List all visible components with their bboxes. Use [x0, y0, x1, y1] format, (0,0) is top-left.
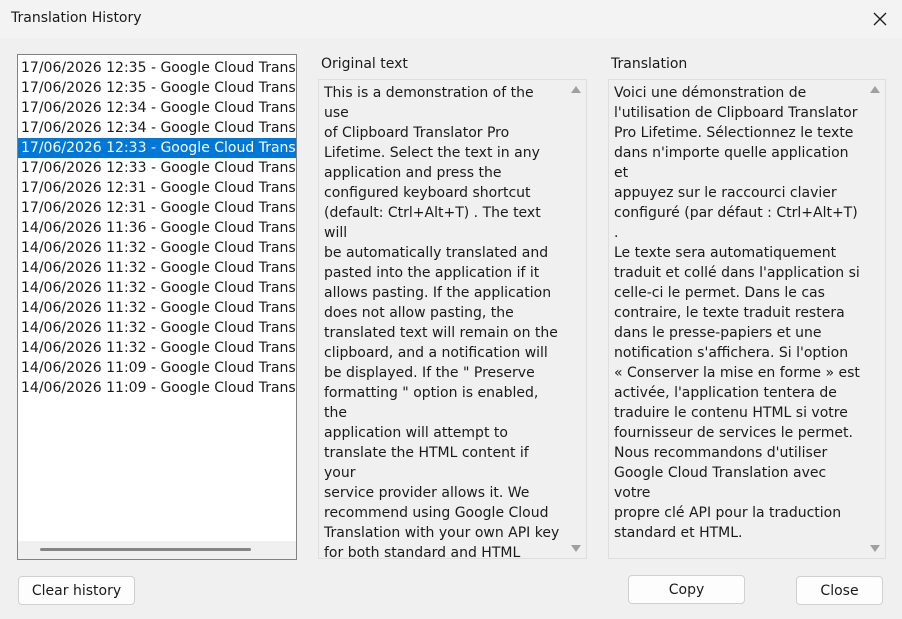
original-vertical-scrollbar[interactable]	[566, 80, 586, 558]
history-item[interactable]: 17/06/2026 12:33 - Google Cloud Translat…	[18, 158, 296, 178]
history-item[interactable]: 14/06/2026 11:32 - Google Cloud Translat…	[18, 318, 296, 338]
history-list[interactable]: 17/06/2026 12:35 - Google Cloud Translat…	[17, 54, 297, 560]
history-item[interactable]: 17/06/2026 12:35 - Google Cloud Translat…	[18, 78, 296, 98]
scrollbar-thumb[interactable]	[40, 548, 251, 551]
history-item[interactable]: 14/06/2026 11:36 - Google Cloud Translat…	[18, 218, 296, 238]
translation-label: Translation	[611, 56, 688, 72]
history-item[interactable]: 17/06/2026 12:34 - Google Cloud Translat…	[18, 118, 296, 138]
title-bar: Translation History	[0, 0, 902, 38]
clear-history-button[interactable]: Clear history	[18, 576, 135, 605]
history-item[interactable]: 17/06/2026 12:31 - Google Cloud Translat…	[18, 178, 296, 198]
history-item[interactable]: 14/06/2026 11:32 - Google Cloud Translat…	[18, 278, 296, 298]
chevron-up-icon[interactable]	[571, 86, 581, 93]
translation-text-box[interactable]: Voici une démonstration de l'utilisation…	[608, 79, 886, 559]
history-item[interactable]: 14/06/2026 11:09 - Google Cloud Translat…	[18, 358, 296, 378]
history-item[interactable]: 17/06/2026 12:31 - Google Cloud Translat…	[18, 198, 296, 218]
history-item[interactable]: 14/06/2026 11:32 - Google Cloud Translat…	[18, 338, 296, 358]
close-button[interactable]: Close	[796, 576, 883, 605]
history-item[interactable]: 17/06/2026 12:34 - Google Cloud Translat…	[18, 98, 296, 118]
window-close-button[interactable]	[860, 4, 900, 34]
history-item[interactable]: 17/06/2026 12:35 - Google Cloud Translat…	[18, 58, 296, 78]
close-icon	[873, 12, 887, 26]
chevron-down-icon[interactable]	[571, 545, 581, 552]
original-text-content: This is a demonstration of the use of Cl…	[324, 85, 560, 559]
window-title: Translation History	[11, 10, 142, 26]
original-text-box[interactable]: This is a demonstration of the use of Cl…	[318, 79, 587, 559]
chevron-down-icon[interactable]	[870, 545, 880, 552]
history-item[interactable]: 14/06/2026 11:32 - Google Cloud Translat…	[18, 238, 296, 258]
original-text-label: Original text	[321, 56, 408, 72]
chevron-up-icon[interactable]	[870, 86, 880, 93]
history-rows: 17/06/2026 12:35 - Google Cloud Translat…	[18, 58, 296, 398]
history-item[interactable]: 17/06/2026 12:33 - Google Cloud Translat…	[18, 138, 296, 158]
history-item[interactable]: 14/06/2026 11:32 - Google Cloud Translat…	[18, 258, 296, 278]
translation-vertical-scrollbar[interactable]	[865, 80, 885, 558]
history-item[interactable]: 14/06/2026 11:32 - Google Cloud Translat…	[18, 298, 296, 318]
horizontal-scrollbar[interactable]	[18, 541, 296, 559]
history-item[interactable]: 14/06/2026 11:09 - Google Cloud Translat…	[18, 378, 296, 398]
copy-button[interactable]: Copy	[628, 575, 745, 604]
translation-text-content: Voici une démonstration de l'utilisation…	[614, 85, 860, 541]
